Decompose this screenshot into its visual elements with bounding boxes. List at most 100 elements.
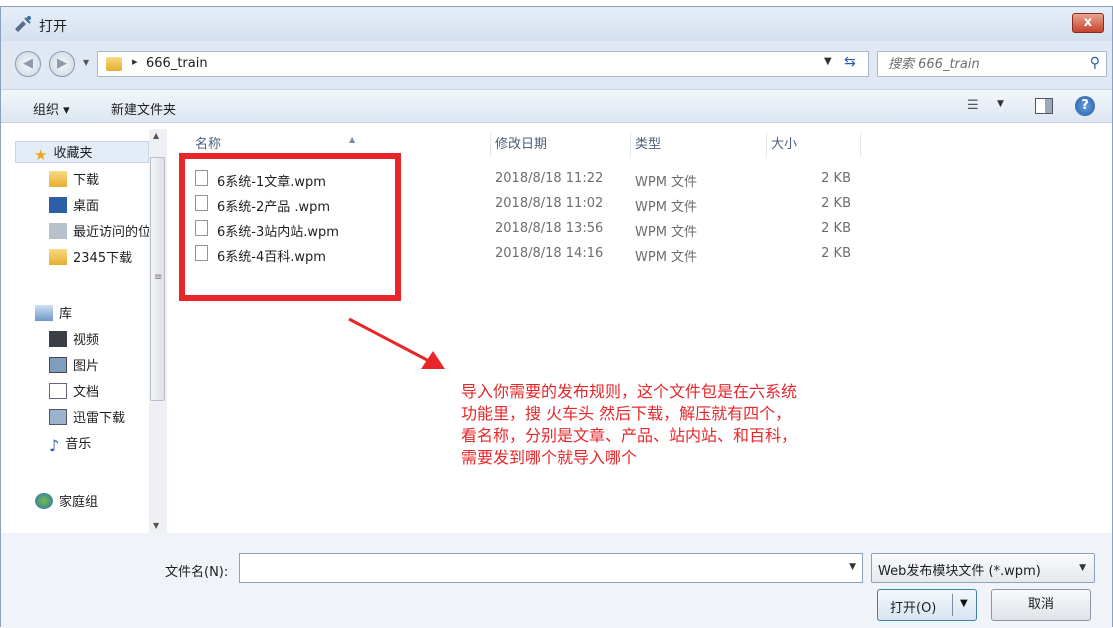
cancel-button[interactable]: 取消 xyxy=(991,589,1091,621)
annotation-line: 功能里，搜 火车头 然后下载，解压就有四个， xyxy=(461,404,792,423)
sidebar-item-label: 音乐 xyxy=(65,437,92,452)
address-dropdown-icon[interactable]: ▼ xyxy=(824,56,832,67)
file-modified: 2018/8/18 13:56 xyxy=(495,221,604,236)
sidebar-item-label: 库 xyxy=(59,307,73,322)
pictures-icon xyxy=(49,357,67,373)
close-button[interactable]: x xyxy=(1072,13,1104,33)
filename-label: 文件名(N): xyxy=(165,565,229,580)
sidebar-item-music[interactable]: ♪ 音乐 xyxy=(49,433,91,455)
new-folder-button[interactable]: 新建文件夹 xyxy=(111,99,176,118)
help-icon[interactable]: ? xyxy=(1075,96,1095,116)
video-icon xyxy=(49,331,67,347)
refresh-icon[interactable]: ⇆ xyxy=(844,54,856,70)
sidebar-item-label: 最近访问的位 xyxy=(73,225,149,240)
column-name-label: 名称 xyxy=(195,137,222,152)
sidebar-item-pictures[interactable]: 图片 xyxy=(49,355,99,377)
sidebar-item-2345-downloads[interactable]: 2345下载 xyxy=(49,247,132,269)
preview-pane-icon[interactable] xyxy=(1035,98,1053,114)
filename-input[interactable] xyxy=(244,559,824,577)
title-bar: 打开 x xyxy=(1,7,1112,41)
column-header-type[interactable]: 类型 xyxy=(631,133,767,157)
file-type-filter[interactable]: Web发布模块文件 (*.wpm) ▼ xyxy=(871,553,1095,583)
sidebar-item-label: 下载 xyxy=(73,173,100,188)
sidebar-item-label: 家庭组 xyxy=(59,495,99,510)
annotation-text: 导入你需要的发布规则，这个文件包是在六系统 功能里，搜 火车头 然后下载，解压就… xyxy=(461,381,881,469)
sidebar-item-downloads[interactable]: 下载 xyxy=(49,169,99,191)
file-modified: 2018/8/18 14:16 xyxy=(495,246,604,261)
sidebar-scrollbar[interactable]: ▲ ≡ ▼ xyxy=(149,129,167,533)
sidebar-item-videos[interactable]: 视频 xyxy=(49,329,99,351)
file-type: WPM 文件 xyxy=(635,250,698,265)
file-modified: 2018/8/18 11:02 xyxy=(495,196,604,211)
column-header-size[interactable]: 大小 xyxy=(767,133,861,157)
file-type: WPM 文件 xyxy=(635,175,698,190)
sidebar-item-label: 收藏夹 xyxy=(53,146,93,161)
folder-icon xyxy=(106,57,122,71)
sidebar-item-label: 视频 xyxy=(73,333,100,348)
sidebar-item-recent-places[interactable]: 最近访问的位 xyxy=(49,221,149,243)
sidebar-item-label: 图片 xyxy=(73,359,100,374)
scroll-up-icon[interactable]: ▲ xyxy=(153,131,159,140)
recent-places-icon xyxy=(49,223,67,239)
file-size: 2 KB xyxy=(821,171,851,186)
file-type: WPM 文件 xyxy=(635,225,698,240)
sort-ascending-icon: ▲ xyxy=(349,135,356,144)
chevron-down-icon[interactable]: ▼ xyxy=(1079,563,1086,573)
sidebar-item-label: 2345下载 xyxy=(73,251,133,266)
toolbar: 组织 ▾ 新建文件夹 ☰ ▼ ? xyxy=(1,89,1112,123)
view-options-icon[interactable]: ☰ xyxy=(967,98,979,113)
scroll-down-icon[interactable]: ▼ xyxy=(153,521,159,530)
sidebar-item-desktop[interactable]: 桌面 xyxy=(49,195,99,217)
navigation-pane: ★ 收藏夹 下载 桌面 最近访问的位 2345下载 库 视频 图片 文档 迅雷下… xyxy=(1,123,169,533)
open-options-dropdown-icon[interactable]: ▼ xyxy=(960,598,968,609)
search-box[interactable]: ⚲ xyxy=(877,51,1107,77)
highlight-box xyxy=(179,153,401,301)
downloads-folder-icon xyxy=(49,171,67,187)
address-box[interactable]: ▸ 666_train ▼ ⇆ xyxy=(97,51,869,77)
desktop-icon xyxy=(49,197,67,213)
file-size: 2 KB xyxy=(821,196,851,211)
sidebar-item-thunder-downloads[interactable]: 迅雷下载 xyxy=(49,407,125,429)
view-dropdown-icon[interactable]: ▼ xyxy=(997,99,1004,109)
organize-button[interactable]: 组织 ▾ xyxy=(33,99,70,118)
sidebar-item-homegroup[interactable]: 家庭组 xyxy=(35,491,98,513)
file-type: WPM 文件 xyxy=(635,200,698,215)
open-button[interactable]: 打开(O) ▼ xyxy=(877,589,977,621)
sidebar-item-libraries[interactable]: 库 xyxy=(35,303,72,325)
search-icon[interactable]: ⚲ xyxy=(1090,55,1100,71)
star-icon: ★ xyxy=(34,146,48,164)
file-size: 2 KB xyxy=(821,246,851,261)
annotation-line: 看名称，分别是文章、产品、站内站、和百科， xyxy=(461,426,798,445)
sidebar-item-favorites[interactable]: ★ 收藏夹 xyxy=(15,141,149,164)
sidebar-item-label: 迅雷下载 xyxy=(73,411,126,426)
documents-icon xyxy=(49,383,67,399)
split-divider xyxy=(952,594,953,616)
column-header-modified[interactable]: 修改日期 xyxy=(491,133,631,157)
satellite-icon xyxy=(15,16,31,32)
forward-button[interactable]: ▶ xyxy=(49,51,75,77)
libraries-icon xyxy=(35,305,53,321)
search-input[interactable] xyxy=(888,55,1068,73)
annotation-line: 需要发到哪个就导入哪个 xyxy=(461,448,638,467)
thunder-downloads-icon xyxy=(49,409,67,425)
breadcrumb-arrow-icon[interactable]: ▸ xyxy=(132,55,138,68)
back-button[interactable]: ◀ xyxy=(15,51,41,77)
file-modified: 2018/8/18 11:22 xyxy=(495,171,604,186)
breadcrumb-folder[interactable]: 666_train xyxy=(146,56,208,71)
arrow-annotation xyxy=(348,317,445,369)
open-file-dialog: 打开 x ◀ ▶ ▼ ▸ 666_train ▼ ⇆ ⚲ 组织 ▾ 新建文件夹 … xyxy=(0,6,1113,628)
folder-icon xyxy=(49,249,67,265)
homegroup-icon xyxy=(35,493,53,509)
scroll-thumb[interactable]: ≡ xyxy=(150,157,165,401)
file-list: 名称 ▲ 修改日期 类型 大小 6系统-1文章.wpm 2018/8/18 11… xyxy=(173,123,1113,533)
sidebar-item-documents[interactable]: 文档 xyxy=(49,381,99,403)
music-icon: ♪ xyxy=(49,436,60,455)
recent-locations-dropdown[interactable]: ▼ xyxy=(83,58,89,67)
file-size: 2 KB xyxy=(821,221,851,236)
filename-dropdown-icon[interactable]: ▼ xyxy=(849,562,856,572)
filename-field[interactable]: ▼ xyxy=(239,553,863,583)
sidebar-item-label: 文档 xyxy=(73,385,100,400)
window-title: 打开 xyxy=(39,19,67,35)
sidebar-item-label: 桌面 xyxy=(73,199,100,214)
address-bar: ◀ ▶ ▼ ▸ 666_train ▼ ⇆ ⚲ xyxy=(1,41,1112,83)
